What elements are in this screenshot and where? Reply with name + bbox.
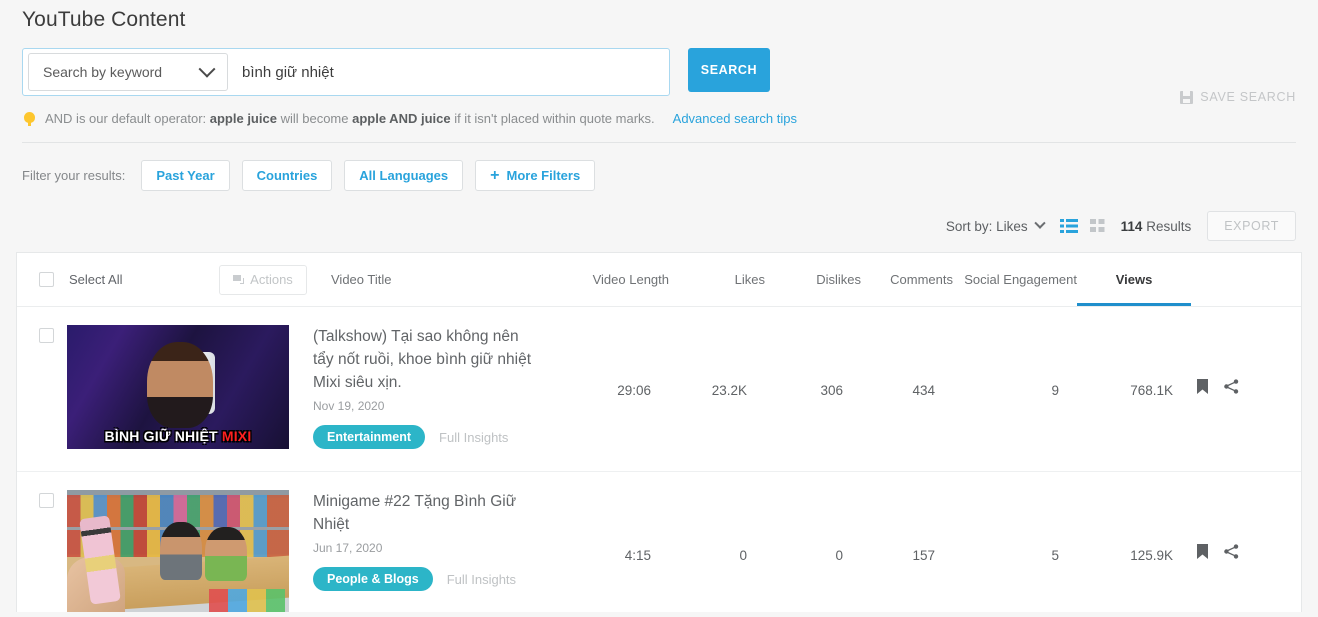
search-button[interactable]: SEARCH — [688, 48, 770, 92]
results-count-word: Results — [1146, 218, 1192, 234]
cell-views: 768.1K — [1130, 383, 1173, 398]
column-header-views[interactable]: Views — [1077, 272, 1191, 306]
share-icon[interactable] — [1224, 544, 1239, 559]
cell-video-length: 29:06 — [617, 383, 651, 398]
results-table: Select All Actions Video Title Video Len… — [16, 252, 1302, 612]
filter-all-languages-label: All Languages — [359, 168, 449, 183]
column-header-views-label: Views — [1115, 272, 1153, 287]
sort-by-dropdown[interactable]: Sort by: Likes — [945, 217, 1046, 234]
search-type-label: Search by keyword — [43, 64, 163, 80]
plus-icon: + — [490, 166, 500, 184]
thumbnail-caption: BÌNH GIỮ NHIỆT MIXI — [104, 428, 252, 444]
column-header-social-engagement[interactable]: Social Engagement — [953, 272, 1077, 287]
save-search-label: SAVE SEARCH — [1200, 90, 1296, 104]
video-meta: (Talkshow) Tại sao không nên tẩy nốt ruồ… — [289, 325, 539, 449]
cell-social-engagement: 9 — [1051, 383, 1059, 398]
video-title[interactable]: Minigame #22 Tặng Bình Giữ Nhiệt — [313, 490, 539, 536]
lightbulb-icon — [24, 112, 35, 126]
video-badges: Entertainment Full Insights — [313, 425, 539, 449]
sort-by-label: Sort by: Likes — [945, 218, 1028, 234]
row-checkbox-cell — [17, 490, 69, 508]
cell-comments: 434 — [912, 383, 935, 398]
row-tools — [1173, 325, 1265, 394]
table-row[interactable]: BÌNH GIỮ NHIỆT MIXI (Talkshow) Tại sao k… — [17, 307, 1301, 472]
select-all-checkbox[interactable] — [38, 272, 54, 287]
category-badge[interactable]: People & Blogs — [313, 567, 433, 591]
cell-comments: 157 — [912, 548, 935, 563]
cell-video-length: 4:15 — [624, 548, 651, 563]
filter-past-year[interactable]: Past Year — [141, 160, 230, 191]
row-tools — [1173, 490, 1265, 559]
search-input[interactable] — [228, 54, 663, 90]
video-meta: Minigame #22 Tặng Bình Giữ Nhiệt Jun 17,… — [289, 490, 539, 591]
filter-countries[interactable]: Countries — [241, 160, 333, 191]
filter-row: Filter your results: Past Year Countries… — [0, 143, 1318, 191]
table-header-row: Select All Actions Video Title Video Len… — [17, 253, 1301, 307]
video-thumbnail[interactable] — [67, 490, 289, 612]
row-checkbox-cell — [17, 325, 69, 343]
results-toolbar: Sort by: Likes 114 Results EXPORT — [0, 191, 1318, 241]
grid-view-icon[interactable] — [1089, 219, 1105, 233]
view-mode-toggle — [1059, 219, 1105, 233]
filter-all-languages[interactable]: All Languages — [344, 160, 464, 191]
video-date: Jun 17, 2020 — [313, 541, 383, 555]
save-search-button[interactable]: SAVE SEARCH — [1180, 90, 1296, 104]
search-type-select[interactable]: Search by keyword — [28, 53, 228, 91]
filter-past-year-label: Past Year — [156, 168, 215, 183]
export-button[interactable]: EXPORT — [1207, 211, 1296, 241]
chevron-down-icon — [1033, 217, 1046, 229]
video-thumbnail[interactable]: BÌNH GIỮ NHIỆT MIXI — [67, 325, 289, 449]
thumbnail-mat — [209, 589, 285, 612]
chevron-down-icon — [198, 60, 216, 78]
search-row: Search by keyword SEARCH SAVE SEARCH — [0, 32, 1318, 104]
full-insights-link[interactable]: Full Insights — [439, 430, 508, 445]
actions-button[interactable]: Actions — [219, 264, 307, 295]
category-badge[interactable]: Entertainment — [313, 425, 426, 449]
search-box: Search by keyword — [22, 48, 670, 96]
column-header-video-length[interactable]: Video Length — [557, 272, 669, 287]
table-row[interactable]: Minigame #22 Tặng Bình Giữ Nhiệt Jun 17,… — [17, 472, 1301, 612]
video-badges: People & Blogs Full Insights — [313, 567, 539, 591]
actions-label: Actions — [250, 272, 293, 287]
cell-social-engagement: 5 — [1051, 548, 1059, 563]
column-header-video-title[interactable]: Video Title — [307, 272, 557, 287]
cell-likes: 0 — [739, 548, 747, 563]
video-title[interactable]: (Talkshow) Tại sao không nên tẩy nốt ruồ… — [313, 325, 539, 394]
bookmark-icon[interactable] — [1197, 544, 1208, 559]
cell-dislikes: 306 — [820, 383, 843, 398]
page-title: YouTube Content — [22, 8, 186, 31]
select-all-checkbox-cell — [17, 272, 69, 287]
results-count: 114 Results — [1121, 219, 1192, 234]
stack-icon — [233, 275, 245, 284]
share-icon[interactable] — [1224, 379, 1239, 394]
full-insights-link[interactable]: Full Insights — [447, 572, 516, 587]
thumbnail-subject — [160, 522, 203, 581]
column-header-comments[interactable]: Comments — [861, 272, 953, 287]
row-checkbox[interactable] — [38, 493, 54, 508]
select-all-label: Select All — [69, 272, 123, 287]
cell-dislikes: 0 — [835, 548, 843, 563]
filter-countries-label: Countries — [256, 168, 318, 183]
cell-likes: 23.2K — [711, 383, 747, 398]
thumbnail-subject — [204, 527, 247, 582]
results-count-number: 114 — [1120, 218, 1143, 234]
advanced-search-tips-link[interactable]: Advanced search tips — [673, 111, 797, 126]
filter-label: Filter your results: — [22, 168, 126, 183]
save-icon — [1180, 90, 1194, 104]
column-header-likes[interactable]: Likes — [669, 272, 765, 287]
row-checkbox[interactable] — [38, 328, 54, 343]
cell-views: 125.9K — [1130, 548, 1173, 563]
column-header-dislikes[interactable]: Dislikes — [765, 272, 861, 287]
thumbnail-subject — [146, 342, 213, 429]
filter-more-filters-label: More Filters — [506, 168, 581, 183]
search-tip: AND is our default operator: apple juice… — [0, 96, 1318, 126]
bookmark-icon[interactable] — [1197, 379, 1208, 394]
tip-text: AND is our default operator: apple juice… — [45, 111, 655, 126]
list-view-icon[interactable] — [1059, 219, 1078, 233]
filter-more-filters[interactable]: + More Filters — [475, 160, 596, 191]
video-date: Nov 19, 2020 — [313, 399, 385, 413]
active-sort-indicator — [1077, 303, 1191, 306]
